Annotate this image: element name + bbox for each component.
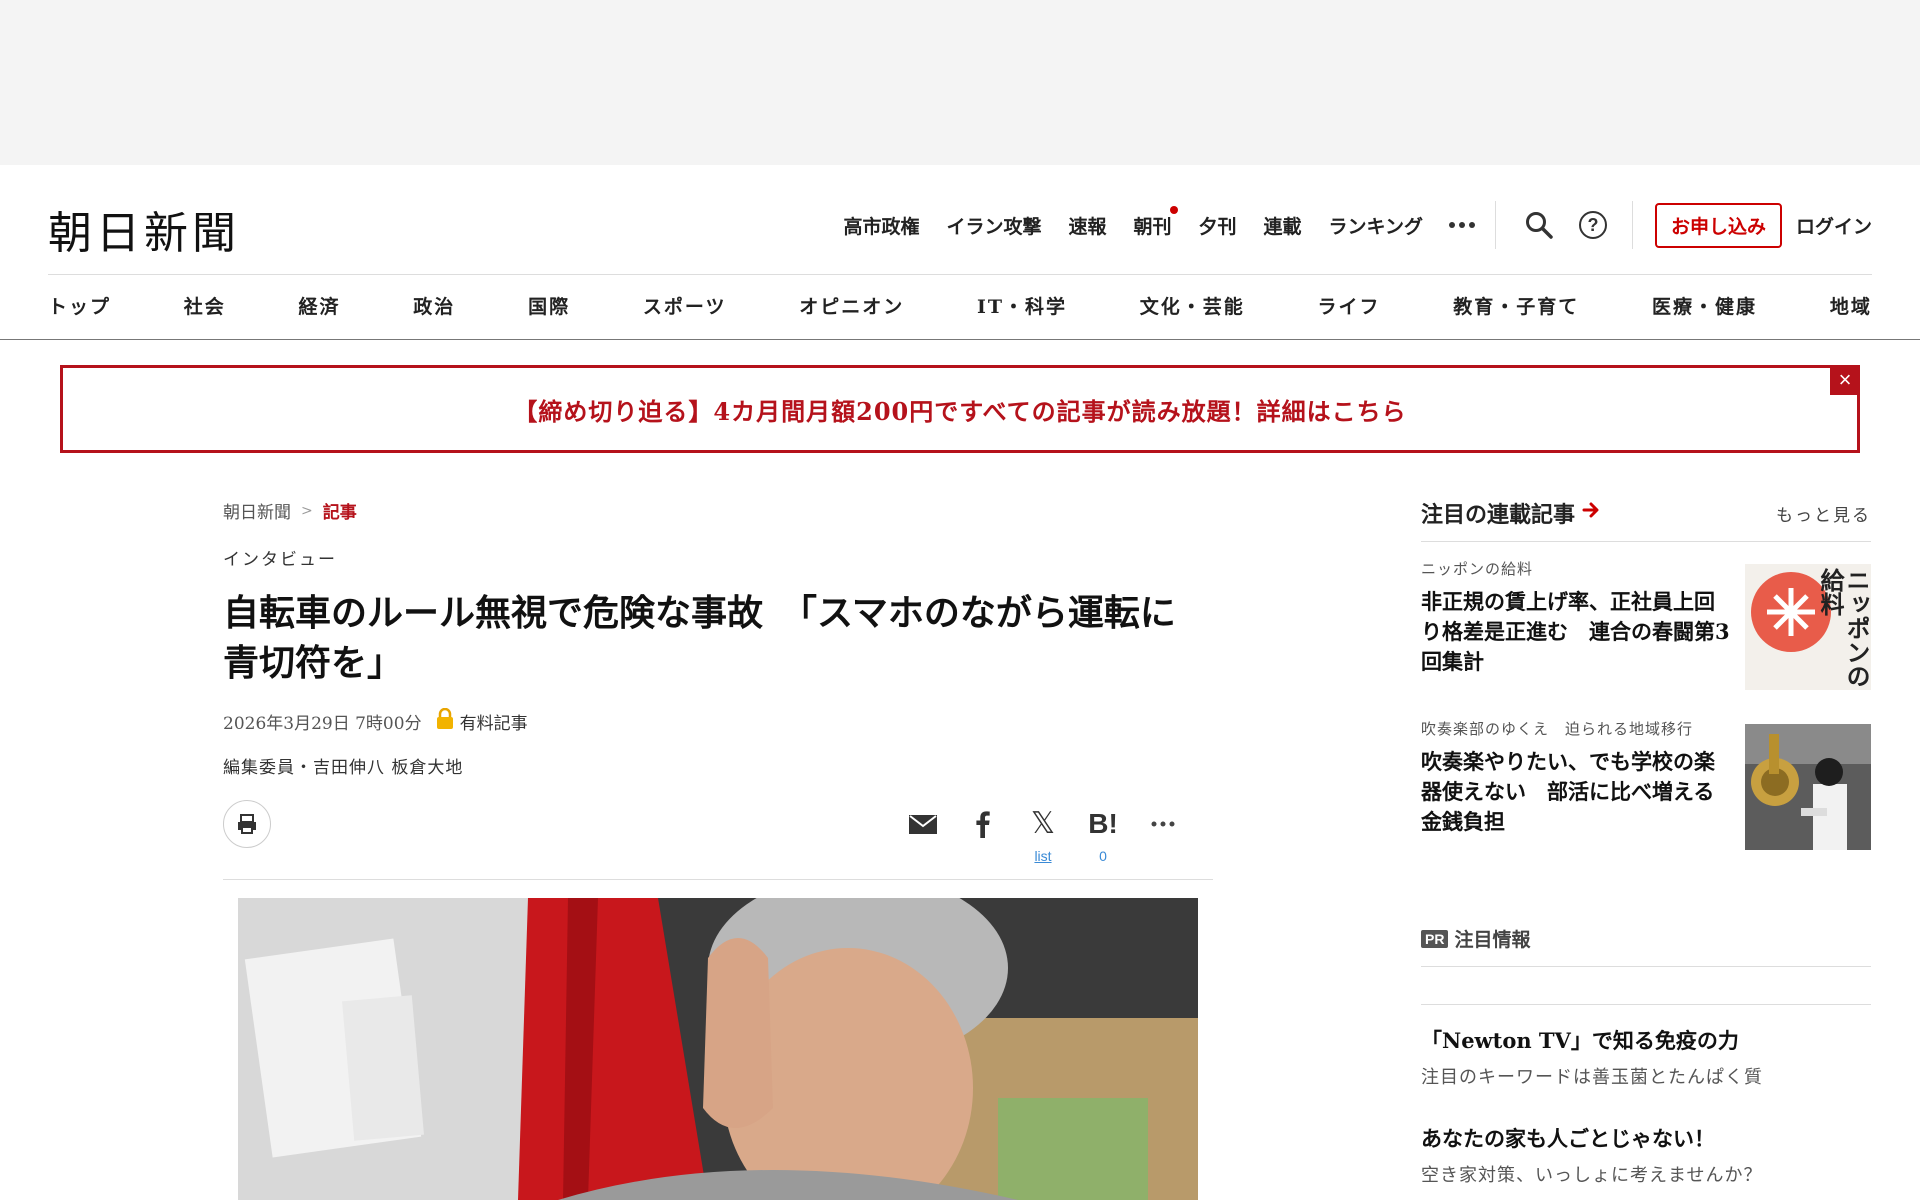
top-ad-area: [0, 0, 1920, 165]
more-menu-icon[interactable]: [1448, 222, 1475, 228]
cat-politics[interactable]: 政治: [413, 292, 455, 319]
pr-divider: [1421, 967, 1871, 1005]
hatena-share[interactable]: B! 0: [1073, 808, 1133, 864]
breadcrumb-current[interactable]: 記事: [323, 498, 357, 523]
facebook-icon: [967, 808, 999, 844]
ellipsis-icon: [1147, 808, 1179, 844]
cat-society[interactable]: 社会: [184, 292, 226, 319]
cat-education[interactable]: 教育・子育て: [1453, 292, 1579, 319]
pr-item[interactable]: あなたの家も人ごとじゃない！ 空き家対策、いっしょに考えませんか？: [1421, 1123, 1871, 1187]
cat-international[interactable]: 国際: [528, 292, 570, 319]
lock-icon: [436, 707, 454, 735]
mail-icon: [907, 808, 939, 844]
print-icon[interactable]: [223, 800, 271, 848]
nav-ranking[interactable]: ランキング: [1329, 212, 1423, 239]
photo-illustration: [238, 898, 1198, 1200]
cat-opinion[interactable]: オピニオン: [799, 292, 904, 319]
pr-badge: PR: [1421, 929, 1449, 948]
see-more-link[interactable]: もっと見る: [1776, 501, 1871, 526]
article-meta: 2026年3月29日 7時00分 有料記事: [223, 707, 1213, 735]
subscribe-button[interactable]: お申し込み: [1654, 202, 1782, 248]
facebook-share[interactable]: [953, 808, 1013, 868]
pr-item-subtitle: 空き家対策、いっしょに考えませんか？: [1421, 1165, 1763, 1186]
help-icon[interactable]: ?: [1576, 208, 1610, 242]
cat-it-science[interactable]: IT・科学: [977, 292, 1067, 319]
site-header: 朝日新聞 高市政権 イラン攻撃 速報 朝刊 夕刊 連載 ランキング ? お申し込…: [0, 165, 1920, 340]
category-nav: トップ 社会 経済 政治 国際 スポーツ オピニオン IT・科学 文化・芸能 ラ…: [48, 292, 1872, 319]
cat-culture[interactable]: 文化・芸能: [1140, 292, 1245, 319]
publish-date: 2026年3月29日 7時00分: [223, 714, 422, 734]
x-list-link[interactable]: list: [1034, 848, 1051, 864]
cat-local[interactable]: 地域: [1830, 292, 1872, 319]
promo-banner: 【締め切り迫る】4カ月間月額200円ですべての記事が読み放題！詳細はこちら ×: [60, 365, 1860, 453]
nav-iran[interactable]: イラン攻撃: [946, 212, 1041, 239]
cat-sports[interactable]: スポーツ: [643, 292, 727, 319]
hatena-bookmark-icon: B!: [1088, 808, 1118, 839]
pr-item-title[interactable]: あなたの家も人ごとじゃない！: [1421, 1123, 1871, 1153]
pr-section: PR 注目情報 「Newton TV」で知る免疫の力 注目のキーワードは善玉菌と…: [1421, 925, 1871, 1187]
cat-economy[interactable]: 経済: [299, 292, 341, 319]
promo-banner-link[interactable]: 【締め切り迫る】4カ月間月額200円ですべての記事が読み放題！詳細はこちら: [513, 392, 1406, 427]
featured-series-header: 注目の連載記事 もっと見る: [1421, 497, 1871, 542]
arrow-right-icon: [1581, 500, 1601, 526]
x-share[interactable]: 𝕏 list: [1013, 807, 1073, 865]
pr-item-subtitle: 注目のキーワードは善玉菌とたんぱく質: [1421, 1067, 1763, 1088]
breadcrumb: 朝日新聞 > 記事: [223, 498, 1213, 524]
pr-item[interactable]: 「Newton TV」で知る免疫の力 注目のキーワードは善玉菌とたんぱく質: [1421, 1025, 1871, 1089]
nav-morning-label: 朝刊: [1133, 215, 1172, 238]
asahi-logo[interactable]: 朝日新聞: [48, 197, 240, 261]
pr-header: PR 注目情報: [1421, 925, 1871, 967]
article-headline: 自転車のルール無視で危険な事故 「スマホのながら運転に青切符を」: [223, 592, 1176, 684]
nav-series[interactable]: 連載: [1264, 212, 1302, 239]
close-icon[interactable]: ×: [1830, 365, 1860, 395]
cat-life[interactable]: ライフ: [1318, 292, 1381, 319]
top-nav: 高市政権 イラン攻撃 速報 朝刊 夕刊 連載 ランキング ? お申し込み ログイ…: [843, 201, 1872, 249]
search-icon[interactable]: [1522, 208, 1556, 242]
share-toolbar: 𝕏 list B! 0: [223, 800, 1213, 880]
article-photo: [238, 898, 1198, 1200]
x-icon: 𝕏: [1030, 807, 1056, 840]
new-dot: [1169, 205, 1178, 214]
series-thumbnail[interactable]: [1745, 724, 1871, 850]
breadcrumb-separator: >: [301, 502, 313, 519]
cat-health[interactable]: 医療・健康: [1652, 292, 1757, 319]
sidebar: 注目の連載記事 もっと見る ニッポンの給料 非正規の賃上げ率、正社員上回り格差是…: [1421, 497, 1871, 850]
article-genre: インタビュー: [223, 550, 337, 570]
header-divider: [48, 274, 1872, 275]
series-item[interactable]: 吹奏楽部のゆくえ 迫られる地域移行 吹奏楽やりたい、でも学校の楽器使えない 部活…: [1421, 718, 1871, 850]
thumb-vertical-text: ニッポンの給料: [1816, 568, 1871, 688]
paid-article-label: 有料記事: [459, 714, 528, 734]
nav-takaichi[interactable]: 高市政権: [843, 212, 919, 239]
featured-series-label: 注目の連載記事: [1421, 502, 1576, 528]
breadcrumb-home[interactable]: 朝日新聞: [223, 498, 291, 523]
nav-evening-edition[interactable]: 夕刊: [1199, 212, 1237, 239]
more-share[interactable]: [1133, 808, 1193, 868]
series-item[interactable]: ニッポンの給料 非正規の賃上げ率、正社員上回り格差是正進む 連合の春闘第3回集計…: [1421, 558, 1871, 690]
pr-title: 注目情報: [1454, 929, 1531, 951]
article: 朝日新聞 > 記事 インタビュー 自転車のルール無視で危険な事故 「スマホのなが…: [223, 498, 1213, 1200]
cat-top[interactable]: トップ: [48, 292, 111, 319]
nav-divider-2: [1631, 201, 1633, 249]
nav-morning-edition[interactable]: 朝刊: [1133, 205, 1178, 239]
nav-divider: [1494, 201, 1496, 249]
share-icons: 𝕏 list B! 0: [893, 808, 1193, 868]
nav-breaking[interactable]: 速報: [1068, 212, 1106, 239]
series-thumbnail[interactable]: ニッポンの給料: [1745, 564, 1871, 690]
article-author: 編集委員・吉田伸八 板倉大地: [223, 758, 464, 778]
series-title[interactable]: 吹奏楽やりたい、でも学校の楽器使えない 部活に比べ増える金銭負担: [1421, 747, 1733, 837]
series-title[interactable]: 非正規の賃上げ率、正社員上回り格差是正進む 連合の春闘第3回集計: [1421, 587, 1733, 677]
pr-item-title[interactable]: 「Newton TV」で知る免疫の力: [1421, 1025, 1871, 1055]
featured-series-title[interactable]: 注目の連載記事: [1421, 497, 1601, 529]
login-link[interactable]: ログイン: [1796, 212, 1872, 239]
hatena-count: 0: [1099, 848, 1107, 864]
mail-share[interactable]: [893, 808, 953, 868]
brass-band-photo: [1745, 724, 1871, 850]
